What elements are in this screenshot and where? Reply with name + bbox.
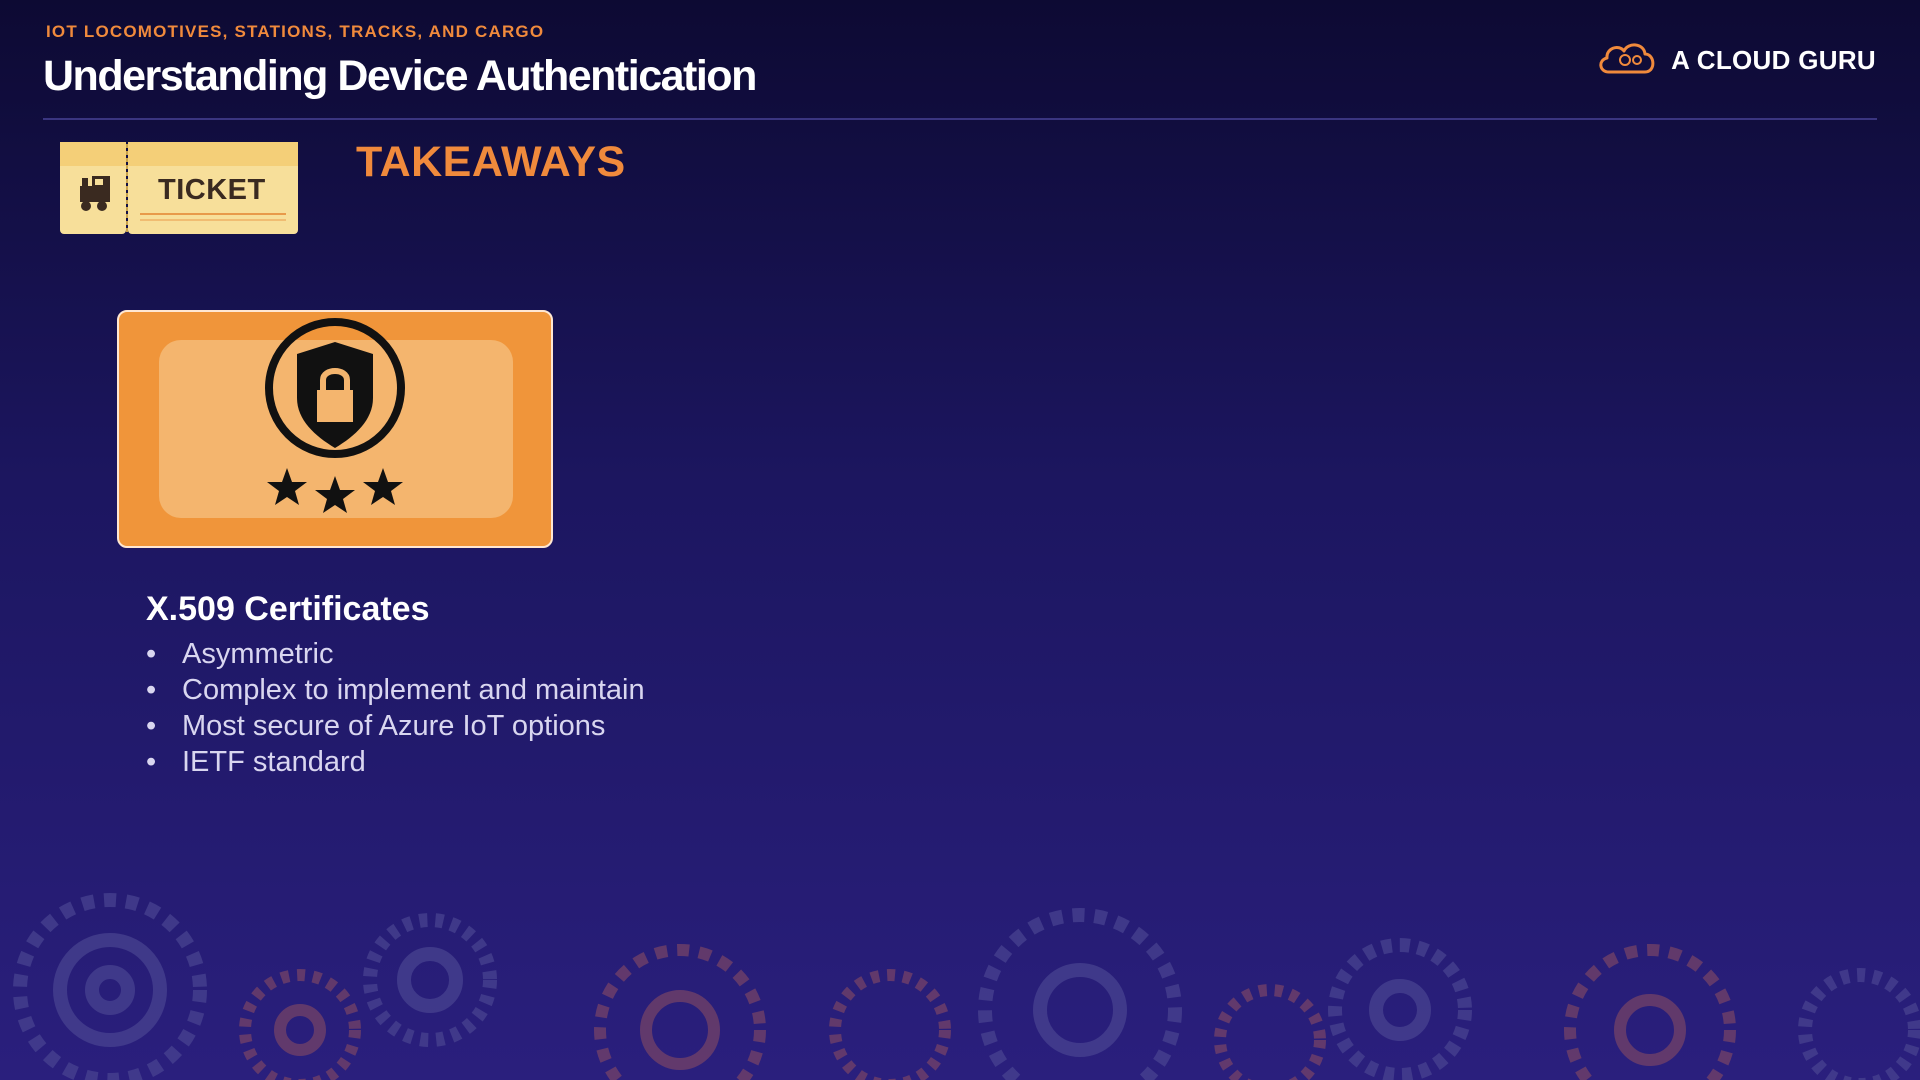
page-title: Understanding Device Authentication [43, 52, 757, 100]
header-divider [43, 118, 1877, 120]
cloud-logo-icon [1595, 38, 1659, 83]
brand-logo: A CLOUD GURU [1595, 38, 1876, 83]
certificate-card [117, 310, 553, 548]
list-item: • Complex to implement and maintain [146, 674, 645, 706]
section-heading: X.509 Certificates [146, 590, 430, 628]
list-item: • IETF standard [146, 746, 366, 778]
takeaways-list: • Asymmetric • Complex to implement and ma… [146, 636, 706, 780]
ticket-label: TICKET [158, 174, 266, 206]
shield-lock-stars-icon [265, 318, 405, 513]
gears-decoration [13, 893, 1920, 1080]
brand-name: A CLOUD GURU [1671, 45, 1876, 75]
section-label: TAKEAWAYS [356, 138, 626, 186]
list-item: • Most secure of Azure IoT options [146, 710, 606, 742]
ticket-badge: TICKET [58, 140, 300, 236]
list-item: • Asymmetric [146, 638, 334, 670]
eyebrow-title: IOT LOCOMOTIVES, STATIONS, TRACKS, AND C… [46, 22, 545, 41]
